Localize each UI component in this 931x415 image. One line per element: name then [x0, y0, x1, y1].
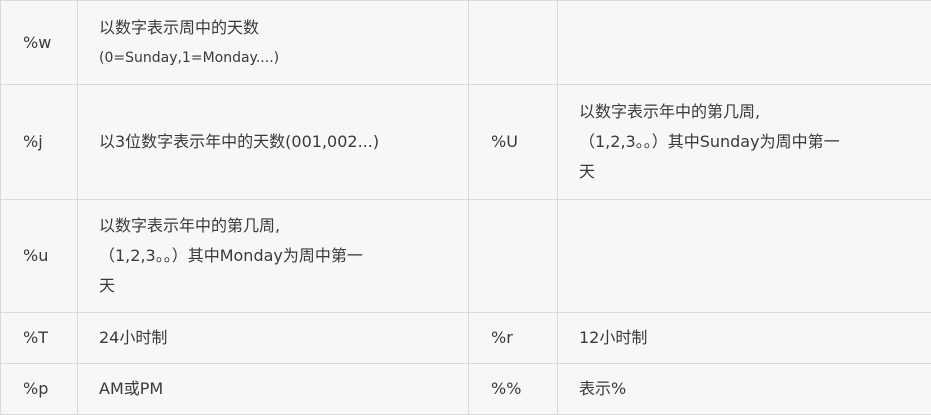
format-description-line: 天 [99, 271, 456, 301]
format-description: 24小时制 [99, 328, 167, 347]
format-code-cell: %% [469, 364, 558, 415]
format-code: %j [23, 132, 43, 151]
format-code-cell: %u [1, 200, 78, 313]
format-description: AM或PM [99, 379, 163, 398]
format-description-cell-empty [558, 200, 931, 313]
format-description-cell: 表示% [558, 364, 931, 415]
format-description-cell: 以3位数字表示年中的天数(001,002...) [78, 85, 469, 200]
table-row: %T 24小时制 %r 12小时制 [1, 313, 931, 364]
format-code-cell: %j [1, 85, 78, 200]
format-description: 以数字表示周中的天数 [99, 13, 456, 43]
format-description-line: （1,2,3。。）其中Monday为周中第一 [99, 241, 456, 271]
format-specifier-table: %w 以数字表示周中的天数 (0=Sunday,1=Monday....) %j… [0, 0, 931, 415]
format-code-cell-empty [469, 200, 558, 313]
format-code-cell: %w [1, 1, 78, 85]
format-description: 表示% [579, 379, 626, 398]
format-code: %T [23, 328, 48, 347]
format-description-cell-empty [558, 1, 931, 85]
format-code: %% [491, 379, 521, 398]
format-description-line: 以数字表示年中的第几周, [99, 211, 456, 241]
format-description-cell: 以数字表示年中的第几周, （1,2,3。。）其中Sunday为周中第一 天 [558, 85, 931, 200]
table-row: %j 以3位数字表示年中的天数(001,002...) %U 以数字表示年中的第… [1, 85, 931, 200]
table-row: %u 以数字表示年中的第几周, （1,2,3。。）其中Monday为周中第一 天 [1, 200, 931, 313]
format-description-cell: 以数字表示周中的天数 (0=Sunday,1=Monday....) [78, 1, 469, 85]
format-code: %u [23, 246, 48, 265]
format-description-cell: 以数字表示年中的第几周, （1,2,3。。）其中Monday为周中第一 天 [78, 200, 469, 313]
format-code-cell: %T [1, 313, 78, 364]
format-code-cell: %p [1, 364, 78, 415]
format-description: 12小时制 [579, 328, 647, 347]
format-description-line: （1,2,3。。）其中Sunday为周中第一 [579, 127, 919, 157]
format-code: %U [491, 132, 518, 151]
format-code: %w [23, 33, 51, 52]
format-code-cell: %U [469, 85, 558, 200]
format-code-cell-empty [469, 1, 558, 85]
format-description-cell: AM或PM [78, 364, 469, 415]
table-row: %w 以数字表示周中的天数 (0=Sunday,1=Monday....) [1, 1, 931, 85]
format-description-note: (0=Sunday,1=Monday....) [99, 43, 456, 73]
format-description-cell: 12小时制 [558, 313, 931, 364]
format-description-line: 以数字表示年中的第几周, [579, 97, 919, 127]
format-code: %r [491, 328, 513, 347]
format-code: %p [23, 379, 48, 398]
table-row: %p AM或PM %% 表示% [1, 364, 931, 415]
format-code-cell: %r [469, 313, 558, 364]
format-description-line: 天 [579, 157, 919, 187]
format-description-cell: 24小时制 [78, 313, 469, 364]
format-description: 以3位数字表示年中的天数(001,002...) [99, 132, 379, 151]
